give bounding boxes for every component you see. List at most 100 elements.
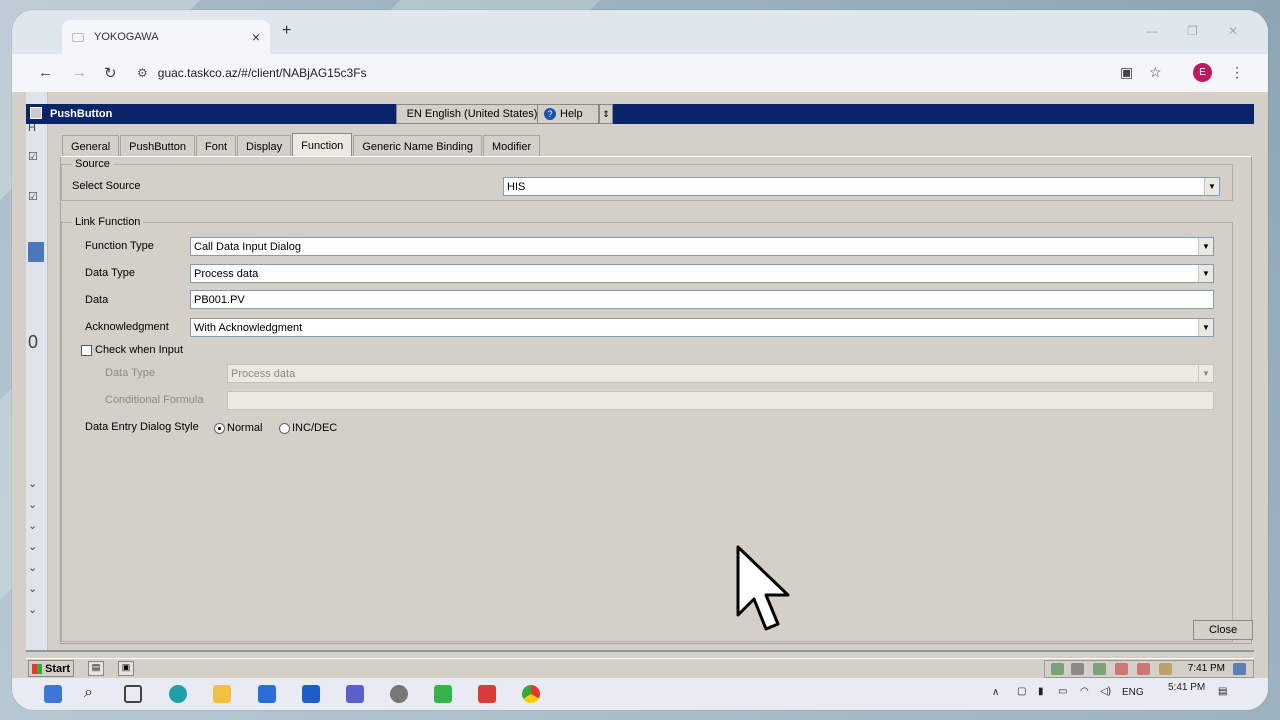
toolbar-options-icon[interactable]: ⇕ xyxy=(599,104,613,124)
check-when-input-checkbox[interactable] xyxy=(81,345,92,356)
start-button[interactable]: Start xyxy=(28,660,74,677)
tab-font[interactable]: Font xyxy=(196,135,237,157)
strip-block xyxy=(28,242,44,262)
battery-icon[interactable]: ▭ xyxy=(1058,686,1067,697)
tray-app-icon[interactable]: ▢ xyxy=(1017,686,1026,697)
bookmark-star-icon[interactable]: ☆ xyxy=(1149,64,1162,81)
url-field[interactable]: ⚙ guac.taskco.az/#/client/NABjAG15c3Fs xyxy=(137,60,1122,86)
tab-modifier[interactable]: Modifier xyxy=(482,135,541,157)
source-group: Source Select Source HIS ▼ xyxy=(61,158,1233,201)
system-clock[interactable]: 5:41 PM xyxy=(1168,682,1205,693)
page-action-icon[interactable]: ▣ xyxy=(1120,64,1133,81)
url-text: guac.taskco.az/#/client/NABjAG15c3Fs xyxy=(157,66,367,80)
tray-icon[interactable] xyxy=(1233,663,1246,675)
chevron-down-icon[interactable]: ⌄ xyxy=(28,540,37,553)
mouse-cursor-icon xyxy=(736,545,790,631)
remote-clock: 7:41 PM xyxy=(1187,663,1225,674)
back-icon[interactable]: ← xyxy=(38,64,53,81)
store-icon[interactable] xyxy=(258,685,276,703)
wifi-icon[interactable]: ◠ xyxy=(1080,686,1089,697)
tab-generic-name-binding[interactable]: Generic Name Binding xyxy=(353,135,482,157)
dropdown-arrow-icon[interactable]: ▼ xyxy=(1198,319,1213,336)
volume-icon[interactable]: ◁) xyxy=(1100,686,1111,697)
start-label: Start xyxy=(45,662,71,675)
remote-desktop: H ☑ ☑ 0 ⌄ ⌄ ⌄ ⌄ ⌄ ⌄ ⌄ PushButton EN Engl… xyxy=(12,92,1268,710)
close-button[interactable]: Close xyxy=(1193,620,1253,640)
app-icon[interactable] xyxy=(390,685,408,703)
acknowledgment-dropdown[interactable]: With Acknowledgment ▼ xyxy=(190,318,1214,337)
app-icon[interactable] xyxy=(478,685,496,703)
inc-dec-radio[interactable] xyxy=(279,423,290,434)
app-icon[interactable] xyxy=(434,685,452,703)
new-tab-button[interactable]: + xyxy=(282,22,291,40)
profile-avatar[interactable]: E xyxy=(1193,63,1212,82)
tab-close-icon[interactable]: × xyxy=(252,29,260,45)
tray-icon[interactable] xyxy=(1159,663,1172,675)
chevron-down-icon[interactable]: ⌄ xyxy=(28,498,37,511)
edge-icon[interactable] xyxy=(169,685,187,703)
site-info-icon[interactable]: ⚙ xyxy=(137,66,148,80)
dropdown-arrow-icon[interactable]: ▼ xyxy=(1198,238,1213,255)
restore-icon[interactable]: ❐ xyxy=(1187,24,1198,38)
chevron-down-icon[interactable]: ⌄ xyxy=(28,603,37,616)
tab-display[interactable]: Display xyxy=(237,135,292,157)
show-hidden-icons-icon[interactable]: ∧ xyxy=(992,687,999,698)
function-type-value: Call Data Input Dialog xyxy=(194,240,302,253)
conditional-formula-label: Conditional Formula xyxy=(105,394,204,406)
check-when-input-label: Check when Input xyxy=(95,344,184,356)
help-button[interactable]: ? Help xyxy=(537,104,599,124)
tray-icon[interactable] xyxy=(1137,663,1150,675)
microphone-icon[interactable]: ▮ xyxy=(1038,686,1044,697)
dropdown-arrow-icon[interactable]: ▼ xyxy=(1198,265,1213,282)
function-type-dropdown[interactable]: Call Data Input Dialog ▼ xyxy=(190,237,1214,256)
data-type-dropdown[interactable]: Process data ▼ xyxy=(190,264,1214,283)
window-close-icon[interactable]: ✕ xyxy=(1228,24,1238,38)
chrome-icon[interactable] xyxy=(522,685,540,703)
tray-icon[interactable] xyxy=(1115,663,1128,675)
quicklaunch-icon[interactable]: ▤ xyxy=(88,661,104,676)
quicklaunch-icon[interactable]: ▣ xyxy=(118,661,134,676)
tray-icon[interactable] xyxy=(1051,663,1064,675)
data-input[interactable]: PB001.PV xyxy=(190,290,1214,309)
browser-tab-strip: YOKOGAWA × + — ❐ ✕ xyxy=(12,10,1268,54)
teams-icon[interactable] xyxy=(346,685,364,703)
browser-window: YOKOGAWA × + — ❐ ✕ ← → ↻ ⚙ guac.taskco.a… xyxy=(12,10,1268,710)
reload-icon[interactable]: ↻ xyxy=(104,64,117,82)
chevron-down-icon[interactable]: ⌄ xyxy=(28,561,37,574)
link-function-group-label: Link Function xyxy=(72,216,144,228)
help-label: Help xyxy=(560,108,583,120)
tab-function[interactable]: Function xyxy=(292,133,353,157)
normal-radio[interactable] xyxy=(214,423,225,434)
browser-tab[interactable]: YOKOGAWA × xyxy=(62,20,270,54)
select-source-label: Select Source xyxy=(72,180,141,192)
chevron-down-icon[interactable]: ⌄ xyxy=(28,477,37,490)
file-explorer-icon[interactable] xyxy=(213,685,231,703)
tray-icon[interactable] xyxy=(1093,663,1106,675)
cw-data-type-label: Data Type xyxy=(105,367,155,379)
select-source-dropdown[interactable]: HIS ▼ xyxy=(503,177,1220,196)
chevron-down-icon[interactable]: ⌄ xyxy=(28,519,37,532)
tab-pushbutton[interactable]: PushButton xyxy=(120,135,196,157)
strip-digit: 0 xyxy=(28,332,39,352)
search-icon[interactable]: ⌕ xyxy=(84,684,93,702)
language-selector[interactable]: EN English (United States) xyxy=(396,104,548,124)
task-view-icon[interactable] xyxy=(124,685,142,703)
tab-general[interactable]: General xyxy=(62,135,120,157)
chevron-down-icon[interactable]: ⌄ xyxy=(28,582,37,595)
minimize-icon[interactable]: — xyxy=(1146,24,1158,38)
forward-icon[interactable]: → xyxy=(72,64,87,81)
cw-data-type-dropdown[interactable]: Process data ▼ xyxy=(227,364,1214,383)
normal-radio-label: Normal xyxy=(227,422,263,434)
tray-icon[interactable] xyxy=(1071,663,1084,675)
language-indicator[interactable]: ENG xyxy=(1122,687,1144,698)
windows-flag-icon xyxy=(32,663,42,674)
entry-style-label: Data Entry Dialog Style xyxy=(85,421,199,433)
menu-kebab-icon[interactable]: ⋮ xyxy=(1230,64,1244,81)
dropdown-arrow-icon[interactable]: ▼ xyxy=(1198,365,1213,382)
conditional-formula-input[interactable] xyxy=(227,391,1214,410)
dropdown-arrow-icon[interactable]: ▼ xyxy=(1204,178,1219,195)
notification-icon[interactable]: ▤ xyxy=(1218,686,1227,697)
background-window-strip: H ☑ ☑ 0 ⌄ ⌄ ⌄ ⌄ ⌄ ⌄ ⌄ xyxy=(26,92,48,652)
windows-start-icon[interactable] xyxy=(44,685,62,703)
mail-icon[interactable] xyxy=(302,685,320,703)
